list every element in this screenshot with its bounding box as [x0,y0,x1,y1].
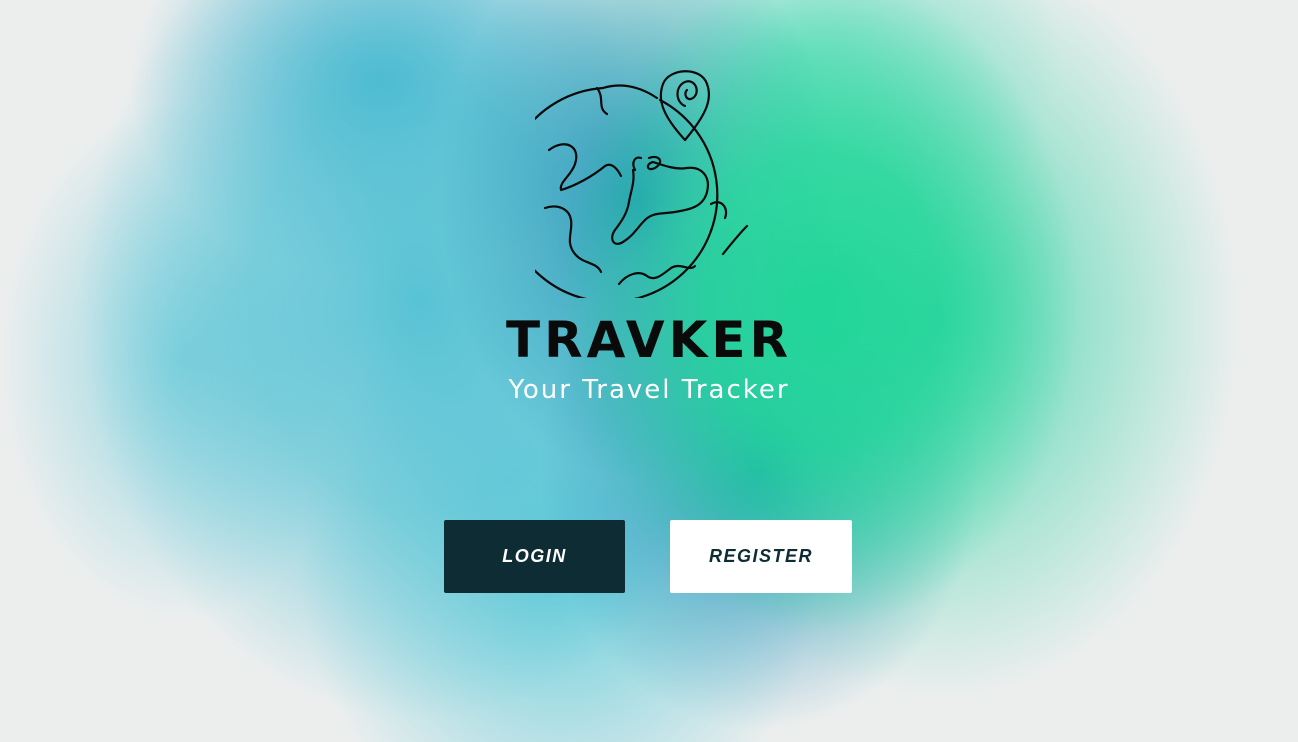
globe-map-pin-icon [535,70,749,298]
login-button[interactable]: LOGIN [444,520,625,593]
login-button-label: LOGIN [502,546,567,566]
register-button-label: REGISTER [708,546,813,566]
app-title: TRAVKER [505,311,792,369]
register-button[interactable]: REGISTER [670,520,852,593]
app-tagline: Your Travel Tracker [508,375,790,405]
